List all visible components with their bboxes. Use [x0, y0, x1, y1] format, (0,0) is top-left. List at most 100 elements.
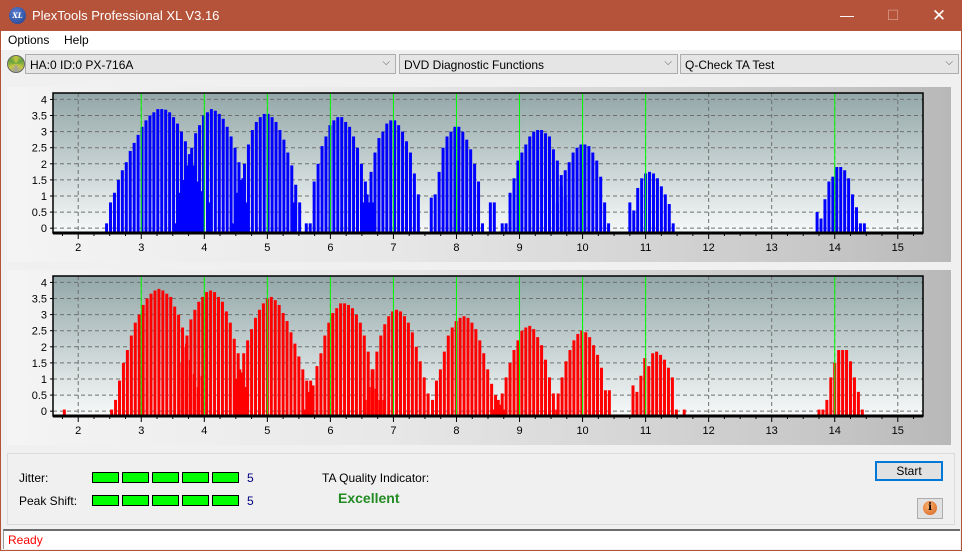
- bar: [835, 167, 839, 233]
- bar: [185, 335, 189, 416]
- bar: [307, 391, 311, 416]
- menu-options[interactable]: Options: [8, 33, 49, 47]
- maximize-button[interactable]: ☐: [870, 0, 916, 31]
- bar: [177, 362, 181, 416]
- bar: [395, 309, 399, 416]
- bar: [588, 337, 592, 416]
- bar: [354, 314, 358, 416]
- bar: [261, 303, 265, 416]
- bar: [120, 170, 124, 233]
- bar: [508, 192, 512, 233]
- start-button[interactable]: Start: [875, 461, 943, 481]
- bar: [856, 391, 860, 416]
- bar: [576, 333, 580, 416]
- bar: [324, 136, 328, 233]
- bar: [603, 390, 607, 416]
- bar: [399, 311, 403, 416]
- bar: [168, 112, 172, 233]
- bar: [172, 117, 176, 233]
- bar: [348, 126, 352, 233]
- function-select[interactable]: DVD Diagnostic Functions ⌵: [399, 54, 678, 74]
- bar: [320, 146, 324, 233]
- bar: [536, 130, 540, 233]
- bar: [575, 147, 579, 233]
- bar: [246, 340, 250, 416]
- bar: [547, 377, 551, 416]
- x-tick-label: 14: [829, 242, 841, 254]
- bar: [198, 125, 202, 233]
- menu-help[interactable]: Help: [64, 33, 89, 47]
- bar: [114, 399, 118, 416]
- bar: [636, 187, 640, 233]
- bar: [434, 380, 438, 416]
- bar: [819, 218, 823, 233]
- bar: [405, 141, 409, 233]
- bar: [274, 121, 278, 233]
- bar: [607, 390, 611, 416]
- y-tick-label: 1: [41, 191, 47, 203]
- x-tick-label: 15: [892, 242, 904, 254]
- bar: [369, 171, 373, 233]
- minimize-button[interactable]: —: [824, 0, 870, 31]
- bar: [112, 192, 116, 233]
- drive-select[interactable]: HA:0 ID:0 PX-716A ⌵: [25, 54, 396, 74]
- bar: [651, 173, 655, 233]
- bar: [453, 126, 457, 233]
- x-tick-label: 9: [516, 242, 522, 254]
- info-button[interactable]: i: [917, 498, 943, 519]
- y-tick-label: 0: [41, 406, 47, 418]
- bar: [149, 293, 153, 416]
- bar: [520, 152, 524, 233]
- bar: [647, 366, 651, 416]
- bar: [478, 340, 482, 416]
- bar: [532, 131, 536, 233]
- bar: [528, 136, 532, 233]
- bar: [500, 393, 504, 416]
- bar: [246, 144, 250, 233]
- bar: [238, 369, 242, 416]
- status-text: Ready: [8, 533, 43, 547]
- bar: [367, 387, 371, 416]
- bar: [854, 207, 858, 233]
- bar: [651, 353, 655, 416]
- bar: [563, 170, 567, 233]
- bar: [571, 152, 575, 233]
- bar: [194, 133, 198, 233]
- test-select[interactable]: Q-Check TA Test ⌵: [680, 54, 959, 74]
- bar: [851, 194, 855, 233]
- bar: [277, 304, 281, 416]
- bar: [461, 131, 465, 233]
- x-tick-label: 11: [640, 425, 651, 437]
- bar: [335, 308, 339, 416]
- bar: [339, 303, 343, 416]
- bar: [371, 369, 375, 416]
- bar: [465, 139, 469, 233]
- meter-segment: [212, 495, 239, 506]
- bar: [655, 351, 659, 416]
- bar: [327, 322, 331, 416]
- bar: [829, 377, 833, 416]
- jitter-meter: [92, 472, 242, 483]
- bar: [402, 316, 406, 416]
- bar: [532, 329, 536, 416]
- bar: [347, 304, 351, 416]
- bar: [462, 316, 466, 416]
- bar: [340, 117, 344, 233]
- bar: [363, 399, 367, 416]
- bar: [297, 356, 301, 416]
- top-chart-panel: 0 0.5 1 1.5 2 2.5 3 3.5 4 2 3 4 5 6 7 8 9 10 11 12 13 14 15: [7, 87, 951, 262]
- y-tick-label: 3: [41, 127, 47, 139]
- jitter-label: Jitter:: [19, 471, 49, 485]
- bar: [250, 329, 254, 416]
- x-tick-label: 8: [453, 242, 459, 254]
- bar: [352, 136, 356, 233]
- bar: [221, 118, 225, 233]
- bar: [278, 130, 282, 233]
- y-tick-label: 1.5: [32, 175, 47, 187]
- x-tick-label: 12: [703, 242, 715, 254]
- bar: [389, 120, 393, 233]
- bar: [640, 178, 644, 233]
- close-button[interactable]: ✕: [916, 0, 962, 31]
- bar: [181, 346, 185, 416]
- bar: [373, 152, 377, 233]
